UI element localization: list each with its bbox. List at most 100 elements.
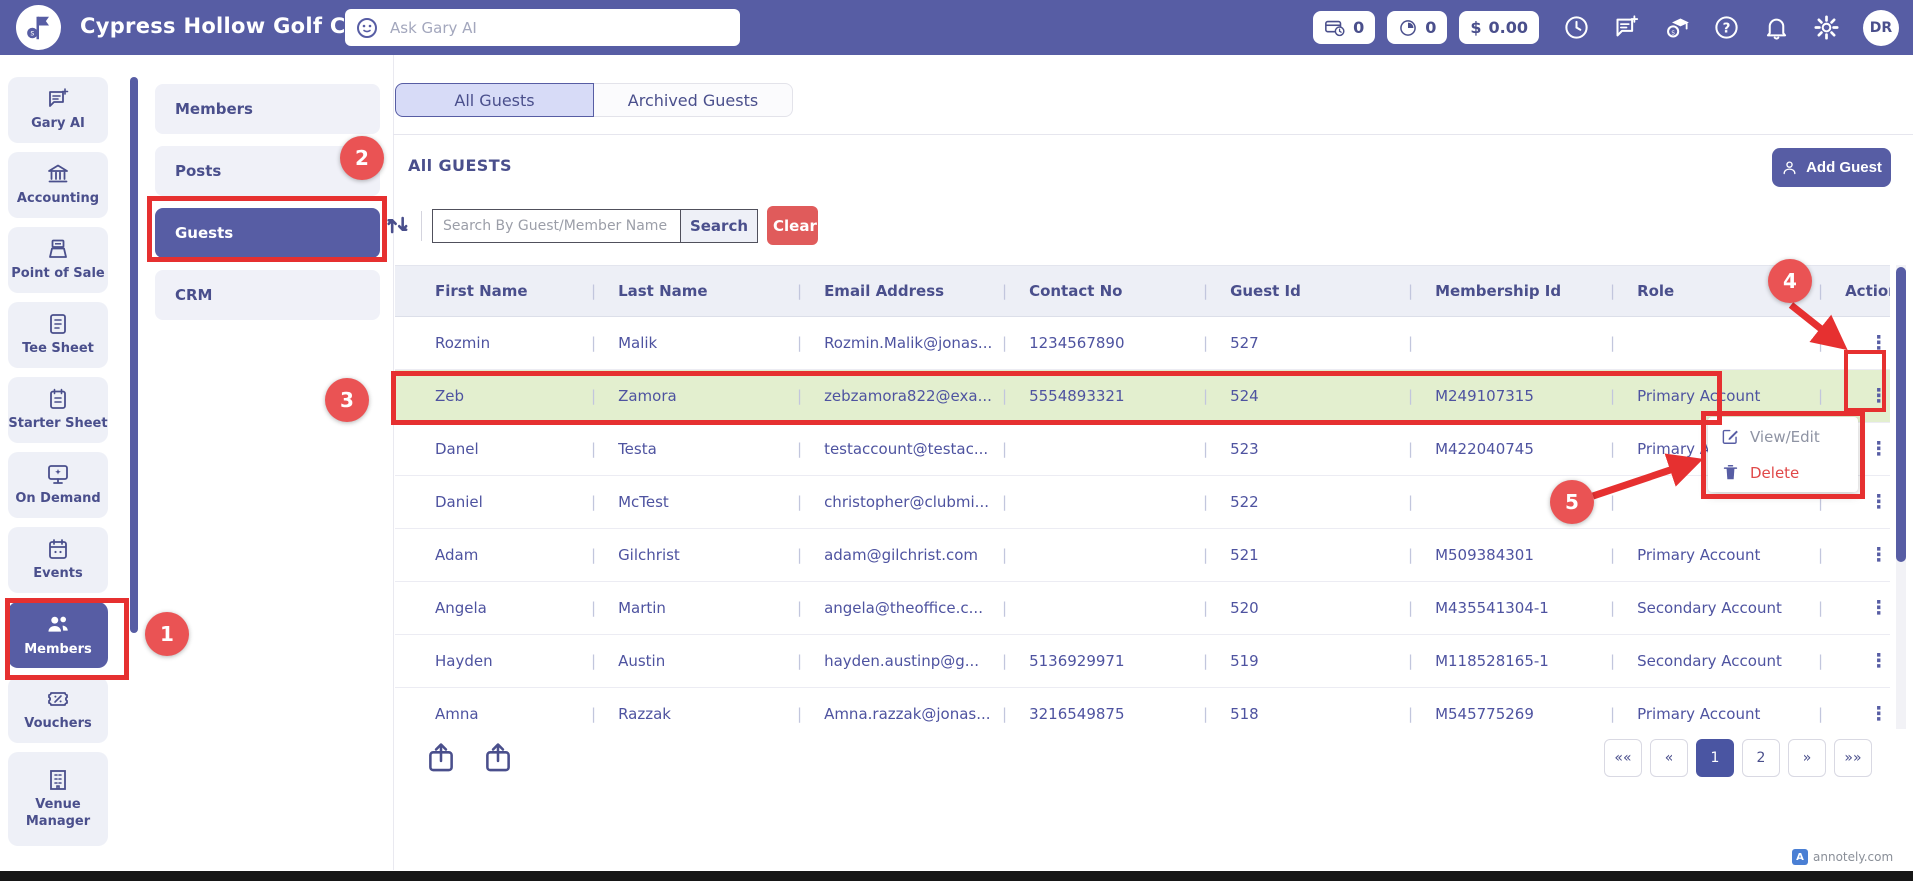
page-last-button[interactable]: »» xyxy=(1834,739,1872,777)
table-row[interactable]: Daniel McTest christopher@clubmi... 522 … xyxy=(395,476,1890,529)
add-guest-button[interactable]: Add Guest xyxy=(1772,148,1891,187)
page-next-button[interactable]: » xyxy=(1788,739,1826,777)
col-header-role[interactable]: Role xyxy=(1610,266,1818,316)
panel-item-members[interactable]: Members xyxy=(155,84,380,134)
app-window: s Cypress Hollow Golf Club xyxy=(0,0,1913,881)
swap-icon[interactable] xyxy=(384,211,412,239)
clock-icon[interactable] xyxy=(1563,14,1590,41)
table-row[interactable]: Adam Gilchrist adam@gilchrist.com 521 M5… xyxy=(395,529,1890,582)
sidebar-label: Vouchers xyxy=(24,716,91,732)
clear-button[interactable]: Clear xyxy=(767,206,818,245)
row-actions-button[interactable]: ⋮ xyxy=(1869,599,1888,618)
tab-label: Archived Guests xyxy=(628,91,758,110)
sidebar-label: Venue Manager xyxy=(8,797,108,830)
annotely-watermark[interactable]: A annotely.com xyxy=(1786,847,1899,867)
help-icon[interactable]: ? xyxy=(1713,14,1740,41)
section-heading: All GUESTS xyxy=(408,156,512,175)
row-actions-button[interactable]: ⋮ xyxy=(1869,705,1888,724)
tab-all-guests[interactable]: All Guests xyxy=(395,83,594,117)
sidebar-label: Point of Sale xyxy=(11,266,104,282)
panel-item-crm[interactable]: CRM xyxy=(155,270,380,320)
ask-gary-input[interactable] xyxy=(388,18,740,38)
sidebar-item-point-of-sale[interactable]: Point of Sale xyxy=(8,227,108,293)
table-scrollbar-thumb[interactable] xyxy=(1896,267,1906,562)
col-header-email[interactable]: Email Address xyxy=(797,266,1002,316)
user-avatar[interactable]: DR xyxy=(1863,10,1899,46)
table-row[interactable]: Hayden Austin hayden.austinp@g... 513692… xyxy=(395,635,1890,688)
col-header-guest-id[interactable]: Guest Id xyxy=(1203,266,1408,316)
sidebar-item-starter-sheet[interactable]: Starter Sheet xyxy=(8,377,108,443)
balance-pill[interactable]: $ 0.00 xyxy=(1459,11,1539,44)
sidebar-item-members[interactable]: Members xyxy=(8,602,108,668)
guest-tabs: All Guests Archived Guests xyxy=(395,83,793,117)
export-button-1[interactable] xyxy=(424,741,458,775)
row-actions-button[interactable]: ⋮ xyxy=(1869,546,1888,565)
tab-archived-guests[interactable]: Archived Guests xyxy=(594,83,793,117)
trash-icon xyxy=(1721,463,1740,482)
col-header-membership-id[interactable]: Membership Id xyxy=(1408,266,1610,316)
time-pill[interactable]: 0 xyxy=(1387,11,1447,44)
sidebar-item-events[interactable]: Events xyxy=(8,527,108,593)
table-row[interactable]: Danel Testa testaccount@testac... 523 M4… xyxy=(395,423,1890,476)
sidebar-label: Events xyxy=(33,566,82,582)
sidebar-item-gary-ai[interactable]: Gary AI xyxy=(8,77,108,143)
sidebar-item-accounting[interactable]: Accounting xyxy=(8,152,108,218)
top-bar: s Cypress Hollow Golf Club xyxy=(0,0,1913,55)
panel-item-guests[interactable]: Guests xyxy=(155,208,380,258)
bell-icon[interactable] xyxy=(1763,14,1790,41)
sidebar-item-on-demand[interactable]: On Demand xyxy=(8,452,108,518)
col-header-last-name[interactable]: Last Name xyxy=(591,266,797,316)
table-row[interactable]: Rozmin Malik Rozmin.Malik@jonas... 12345… xyxy=(395,317,1890,370)
panel-item-label: Members xyxy=(175,100,253,118)
chat-sparkle-icon xyxy=(46,87,70,111)
card-clock-icon xyxy=(1324,17,1346,39)
annotation-step-1: 1 xyxy=(145,612,189,656)
export-icon xyxy=(481,741,515,775)
row-actions-button[interactable]: ⋮ xyxy=(1869,387,1888,406)
sidebar-label: Gary AI xyxy=(31,116,85,132)
sidebar-label: On Demand xyxy=(15,491,100,507)
bank-icon xyxy=(46,162,70,186)
calendar-icon xyxy=(46,537,70,561)
table-row[interactable]: Amna Razzak Amna.razzak@jonas... 3216549… xyxy=(395,688,1890,729)
sidebar-item-venue-manager[interactable]: Venue Manager xyxy=(8,752,108,846)
ask-gary-search[interactable] xyxy=(345,9,740,46)
panel-item-label: Posts xyxy=(175,162,221,180)
search-button[interactable]: Search xyxy=(680,209,758,243)
open-tabs-pill[interactable]: 0 xyxy=(1313,11,1375,44)
row-actions-button[interactable]: ⋮ xyxy=(1869,493,1888,512)
export-button-2[interactable] xyxy=(481,741,515,775)
club-logo: s xyxy=(16,5,61,50)
gary-ai-icon xyxy=(355,16,379,40)
sidebar-label: Members xyxy=(24,642,92,658)
time-count: 0 xyxy=(1425,18,1436,37)
table-row-highlighted[interactable]: Zeb Zamora zebzamora822@exa... 555489332… xyxy=(395,370,1890,423)
row-actions-button[interactable]: ⋮ xyxy=(1869,440,1888,459)
sidebar-item-tee-sheet[interactable]: Tee Sheet xyxy=(8,302,108,368)
page-1-button[interactable]: 1 xyxy=(1696,739,1734,777)
guest-search-input[interactable] xyxy=(432,209,681,243)
table-row[interactable]: Angela Martin angela@theoffice.c... 520 … xyxy=(395,582,1890,635)
ticket-icon xyxy=(46,687,70,711)
sidebar-item-vouchers[interactable]: Vouchers xyxy=(8,677,108,743)
person-icon xyxy=(1781,159,1798,176)
menu-item-delete[interactable]: Delete xyxy=(1708,455,1858,491)
export-icon xyxy=(424,741,458,775)
page-2-button[interactable]: 2 xyxy=(1742,739,1780,777)
panel-item-posts[interactable]: Posts xyxy=(155,146,380,196)
training-icon[interactable]: s xyxy=(1663,14,1690,41)
page-prev-button[interactable]: « xyxy=(1650,739,1688,777)
gear-icon[interactable] xyxy=(1813,14,1840,41)
whats-new-icon[interactable] xyxy=(1613,14,1640,41)
menu-item-view-edit[interactable]: View/Edit xyxy=(1708,419,1858,455)
page-first-button[interactable]: «« xyxy=(1604,739,1642,777)
row-actions-button[interactable]: ⋮ xyxy=(1869,334,1888,353)
row-actions-button[interactable]: ⋮ xyxy=(1869,652,1888,671)
topbar-right-cluster: 0 0 $ 0.00 xyxy=(1313,0,1899,55)
monitor-sparkle-icon xyxy=(46,462,70,486)
sidebar-scrollbar[interactable] xyxy=(130,77,138,633)
table-header-row: First Name Last Name Email Address Conta… xyxy=(395,265,1890,317)
sidebar-label: Accounting xyxy=(17,191,99,207)
col-header-contact[interactable]: Contact No xyxy=(1002,266,1203,316)
col-header-first-name[interactable]: First Name xyxy=(395,266,591,316)
